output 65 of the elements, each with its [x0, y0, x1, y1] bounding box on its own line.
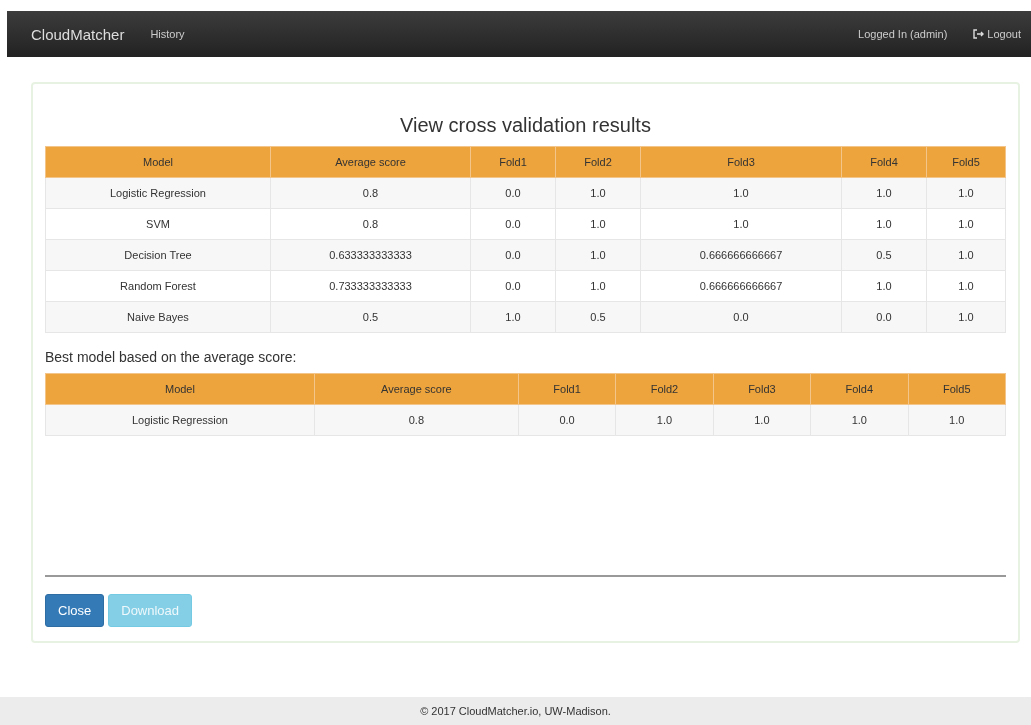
table-cell: 1.0	[615, 404, 714, 436]
table-cell: 0.8	[270, 208, 471, 240]
table-cell: 0.0	[518, 404, 616, 436]
table-cell: 0.8	[314, 404, 519, 436]
column-header: Fold2	[615, 373, 714, 405]
column-header: Model	[45, 146, 271, 178]
table-cell: 1.0	[841, 270, 927, 302]
table-cell: 1.0	[926, 239, 1006, 271]
table-cell: 0.0	[640, 301, 842, 333]
column-header: Fold5	[908, 373, 1006, 405]
user-status: Logged In (admin)	[858, 28, 948, 40]
table-cell: 1.0	[908, 404, 1006, 436]
column-header: Fold4	[810, 373, 908, 405]
column-header: Fold4	[841, 146, 927, 178]
table-cell: Random Forest	[45, 270, 271, 302]
table-cell: 1.0	[926, 177, 1006, 209]
table-cell: 0.0	[470, 208, 556, 240]
brand-link[interactable]: CloudMatcher	[31, 25, 125, 43]
table-cell: 0.666666666667	[640, 270, 842, 302]
table-cell: 1.0	[841, 177, 927, 209]
history-link[interactable]: History	[150, 28, 185, 40]
table-cell: 0.0	[841, 301, 927, 333]
column-header: Fold5	[926, 146, 1006, 178]
table-cell: 1.0	[713, 404, 811, 436]
column-header: Fold3	[640, 146, 842, 178]
column-header: Average score	[270, 146, 471, 178]
table-cell: 0.0	[470, 177, 556, 209]
column-header: Fold1	[518, 373, 616, 405]
table-cell: 1.0	[926, 208, 1006, 240]
table-cell: 0.5	[270, 301, 471, 333]
table-cell: 1.0	[926, 301, 1006, 333]
panel-title: View cross validation results	[399, 114, 652, 137]
table-cell: 0.666666666667	[640, 239, 842, 271]
copyright-text: © 2017 CloudMatcher.io, UW-Madison.	[420, 705, 611, 717]
table-cell: 1.0	[555, 270, 641, 302]
table-cell: SVM	[45, 208, 271, 240]
table-cell: 0.733333333333	[270, 270, 471, 302]
table-cell: 1.0	[555, 239, 641, 271]
table-cell: 0.0	[470, 239, 556, 271]
logout-icon[interactable]	[973, 29, 985, 39]
logout-link[interactable]: Logout	[973, 28, 1021, 40]
table-cell: 1.0	[555, 177, 641, 209]
table-cell: 1.0	[926, 270, 1006, 302]
column-header: Fold1	[470, 146, 556, 178]
table-cell: 1.0	[841, 208, 927, 240]
table-cell: 0.633333333333	[270, 239, 471, 271]
table-cell: Decision Tree	[45, 239, 271, 271]
column-header: Fold3	[713, 373, 811, 405]
table-cell: Naive Bayes	[45, 301, 271, 333]
table-cell: 1.0	[810, 404, 908, 436]
table-cell: 1.0	[640, 208, 842, 240]
close-button[interactable]: Close	[45, 594, 105, 627]
table-cell: 1.0	[640, 177, 842, 209]
table-cell: 1.0	[470, 301, 556, 333]
table-cell: Logistic Regression	[45, 177, 271, 209]
table-cell: 1.0	[555, 208, 641, 240]
table-cell: 0.0	[470, 270, 556, 302]
column-header: Fold2	[555, 146, 641, 178]
column-header: Model	[45, 373, 315, 405]
table-cell: 0.5	[841, 239, 927, 271]
table-cell: 0.5	[555, 301, 641, 333]
column-header: Average score	[314, 373, 519, 405]
best-model-label: Best model based on the average score:	[45, 349, 298, 365]
table-cell: 0.8	[270, 177, 471, 209]
table-cell: Logistic Regression	[45, 404, 315, 436]
